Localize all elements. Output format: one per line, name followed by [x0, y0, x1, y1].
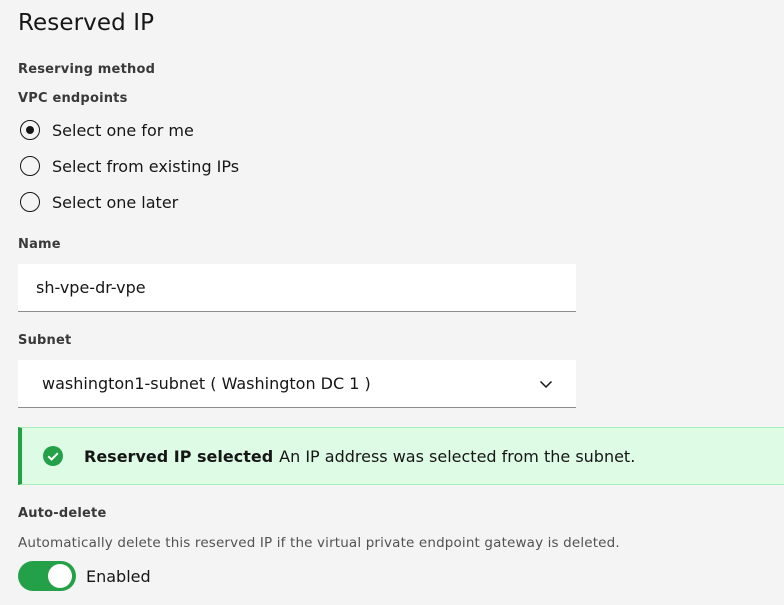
radio-label: Select one later [52, 192, 179, 212]
radio-select-one-for-me[interactable]: Select one for me [20, 118, 194, 142]
radio-checked-icon[interactable] [20, 120, 40, 140]
page-title: Reserved IP [18, 10, 155, 36]
radio-select-one-later[interactable]: Select one later [20, 190, 178, 214]
auto-delete-helper-text: Automatically delete this reserved IP if… [18, 535, 620, 551]
chevron-down-icon [539, 380, 553, 388]
radio-unchecked-icon[interactable] [20, 192, 40, 212]
auto-delete-toggle[interactable] [18, 561, 76, 591]
name-input[interactable] [18, 264, 576, 312]
subnet-selected-value: washington1-subnet ( Washington DC 1 ) [42, 374, 371, 393]
reserving-method-label: Reserving method [18, 62, 156, 77]
radio-select-from-existing[interactable]: Select from existing IPs [20, 154, 239, 178]
radio-label: Select one for me [52, 120, 194, 140]
radio-unchecked-icon[interactable] [20, 156, 40, 176]
notification-message: An IP address was selected from the subn… [279, 446, 636, 466]
notification-title: Reserved IP selected [84, 446, 274, 466]
subnet-dropdown[interactable]: washington1-subnet ( Washington DC 1 ) [18, 360, 576, 408]
name-label: Name [18, 237, 61, 252]
auto-delete-label: Auto-delete [18, 506, 107, 521]
checkmark-filled-icon [43, 446, 63, 466]
toggle-state-label: Enabled [86, 566, 151, 586]
auto-delete-toggle-group: Enabled [18, 561, 151, 591]
success-notification: Reserved IP selected An IP address was s… [18, 427, 784, 485]
vpc-endpoints-label: VPC endpoints [18, 91, 128, 106]
radio-label: Select from existing IPs [52, 156, 240, 176]
subnet-label: Subnet [18, 333, 72, 348]
